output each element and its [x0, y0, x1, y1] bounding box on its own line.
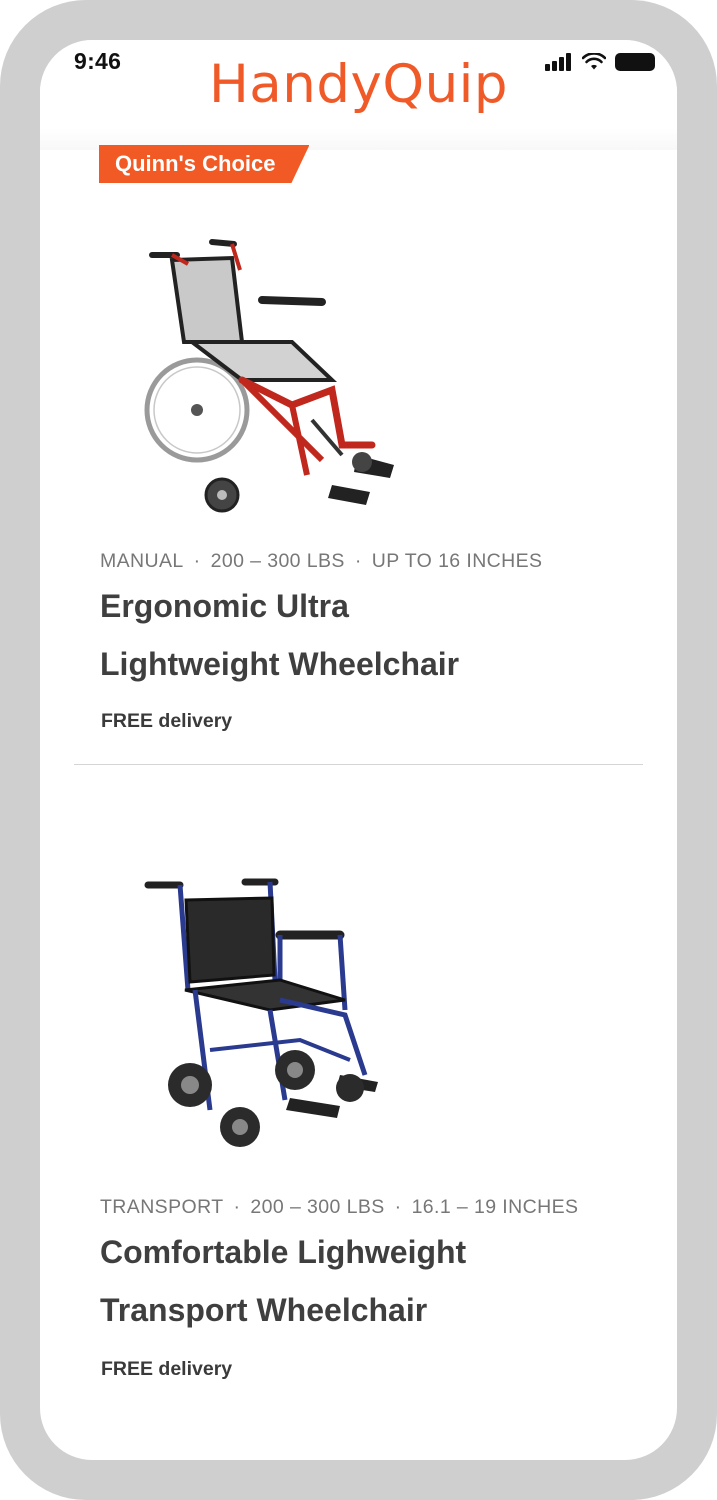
meta-seat: 16.1 – 19 INCHES: [411, 1196, 579, 1218]
meta-type: TRANSPORT: [100, 1196, 224, 1218]
product-image-wheelchair[interactable]: [132, 230, 422, 520]
product-image-transport-wheelchair[interactable]: [140, 870, 440, 1160]
product-meta: MANUAL · 200 – 300 LBS · UP TO 16 INCHES: [100, 550, 543, 572]
quinns-choice-badge: Quinn's Choice: [99, 145, 309, 183]
product-title-line1: Comfortable Lighweight: [100, 1234, 467, 1270]
product-meta: TRANSPORT · 200 – 300 LBS · 16.1 – 19 INCHES: [100, 1196, 579, 1218]
product-title-line2: Lightweight Wheelchair: [100, 646, 460, 682]
product-title-line1: Ergonomic Ultra: [100, 588, 349, 624]
brand-logo[interactable]: HandyQuip: [40, 54, 677, 115]
divider: [74, 764, 643, 765]
product-title[interactable]: Comfortable Lighweight Transport Wheelch…: [100, 1223, 620, 1339]
product-title[interactable]: Ergonomic Ultra Lightweight Wheelchair: [100, 577, 620, 693]
meta-seat: UP TO 16 INCHES: [371, 550, 543, 572]
screen: 9:46 HandyQuip Quinn's Choice MANUAL · 2…: [40, 40, 677, 1460]
meta-weight: 200 – 300 LBS: [250, 1196, 385, 1218]
meta-weight: 200 – 300 LBS: [210, 550, 345, 572]
delivery-label: FREE delivery: [101, 1358, 233, 1380]
product-title-line2: Transport Wheelchair: [100, 1292, 428, 1328]
delivery-label: FREE delivery: [101, 710, 233, 732]
meta-type: MANUAL: [100, 550, 184, 572]
